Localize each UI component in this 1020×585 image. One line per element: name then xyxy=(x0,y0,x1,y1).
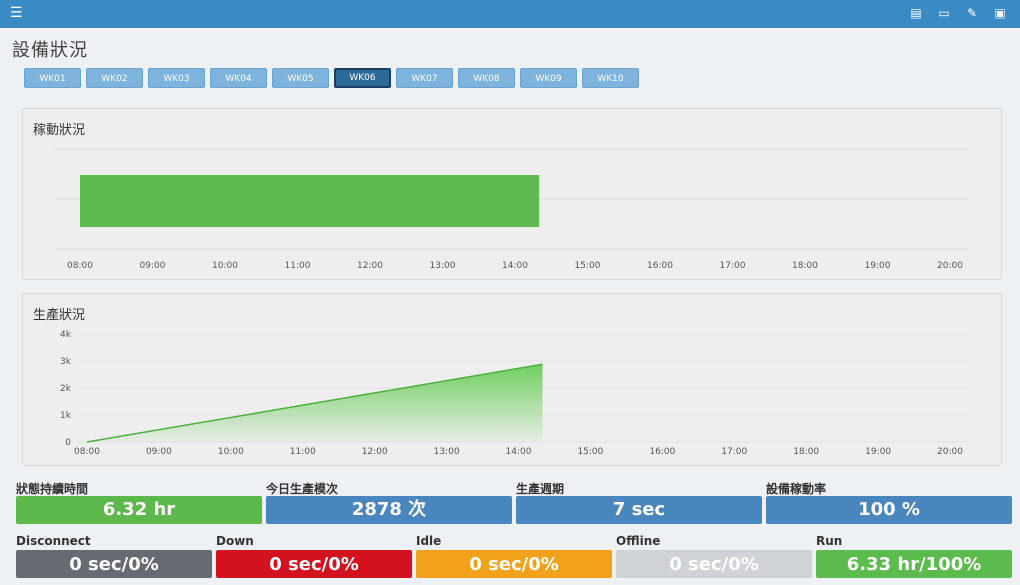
x-tick-label: 09:00 xyxy=(140,261,166,271)
y-tick-label: 1k xyxy=(60,411,72,421)
x-tick-label: 17:00 xyxy=(720,261,746,271)
x-tick-label: 11:00 xyxy=(285,261,311,271)
x-tick-label: 17:00 xyxy=(721,447,747,457)
y-tick-label: 2k xyxy=(60,384,72,394)
x-tick-label: 20:00 xyxy=(937,447,963,457)
top-icons: ▤ ▭ ✎ ▣ xyxy=(908,6,1008,20)
x-tick-label: 12:00 xyxy=(357,261,383,271)
x-tick-label: 19:00 xyxy=(865,261,891,271)
status-value-idle: 0 sec/0% xyxy=(416,550,612,578)
stat-value-box: 2878 次 xyxy=(266,496,512,524)
tab-wk04[interactable]: WK04 xyxy=(210,68,267,88)
hamburger-icon[interactable]: ☰ xyxy=(10,6,24,20)
operation-status-chart: 08:00 09:00 10:00 11:00 12:00 13:00 14:00 15:00… xyxy=(53,148,968,271)
tab-wk05[interactable]: WK05 xyxy=(272,68,329,88)
stat-value-box: 7 sec xyxy=(516,496,762,524)
x-tick-label: 14:00 xyxy=(506,447,532,457)
x-tick-label: 13:00 xyxy=(430,261,456,271)
display-icon[interactable]: ▭ xyxy=(936,6,952,20)
tab-wk03[interactable]: WK03 xyxy=(148,68,205,88)
stat-label: 今日生產模次 xyxy=(266,482,339,496)
x-tick-label: 12:00 xyxy=(362,447,388,457)
run-segment-bar xyxy=(80,175,540,227)
top-bar: ☰ ▤ ▭ ✎ ▣ xyxy=(0,0,1020,28)
production-status-chart: 0 1k 2k 3k 4k 08:00 09:00 10:00 11:00 12:00 13:00 1… xyxy=(60,330,968,457)
x-tick-label: 13:00 xyxy=(434,447,460,457)
x-tick-label: 16:00 xyxy=(649,447,675,457)
tab-wk02[interactable]: WK02 xyxy=(86,68,143,88)
x-tick-label: 08:00 xyxy=(74,447,100,457)
status-value-down: 0 sec/0% xyxy=(216,550,412,578)
x-tick-label: 18:00 xyxy=(792,261,818,271)
tab-wk10[interactable]: WK10 xyxy=(582,68,639,88)
status-label-disconnect: Disconnect xyxy=(16,534,91,548)
bed-icon[interactable]: ▣ xyxy=(992,6,1008,20)
x-tick-label: 20:00 xyxy=(937,261,963,271)
tab-wk01[interactable]: WK01 xyxy=(24,68,81,88)
y-tick-label: 4k xyxy=(60,330,72,340)
tab-wk07[interactable]: WK07 xyxy=(396,68,453,88)
status-value-disconnect: 0 sec/0% xyxy=(16,550,212,578)
page-title: 設備狀況 xyxy=(12,40,88,61)
x-tick-label: 10:00 xyxy=(218,447,244,457)
stat-label: 設備稼動率 xyxy=(766,482,827,496)
status-label-offline: Offline xyxy=(616,534,661,548)
status-label-down: Down xyxy=(216,534,254,548)
x-tick-label: 18:00 xyxy=(793,447,819,457)
tab-wk06[interactable]: WK06 xyxy=(334,68,391,88)
status-label-idle: Idle xyxy=(416,534,442,548)
status-label-run: Run xyxy=(816,534,843,548)
production-status-panel: 生產狀況 0 1k 2k 3k 4k 08:00 09:00 10:00 11:00 12:00 1… xyxy=(22,293,1002,466)
tab-wk08[interactable]: WK08 xyxy=(458,68,515,88)
status-value-offline: 0 sec/0% xyxy=(616,550,812,578)
machine-tabs: WK01 WK02 WK03 WK04 WK05 WK06 WK07 WK08 WK09 WK10 xyxy=(24,68,639,88)
x-tick-label: 16:00 xyxy=(647,261,673,271)
edit-icon[interactable]: ✎ xyxy=(964,6,980,20)
tab-wk09[interactable]: WK09 xyxy=(520,68,577,88)
x-tick-label: 11:00 xyxy=(290,447,316,457)
operation-status-panel: 稼動狀況 08:00 09:00 10:00 11:00 12:00 13:00 14:00… xyxy=(22,108,1002,280)
stat-value-box: 100 % xyxy=(766,496,1012,524)
x-tick-label: 14:00 xyxy=(502,261,528,271)
x-tick-label: 10:00 xyxy=(212,261,238,271)
x-tick-label: 15:00 xyxy=(577,447,603,457)
x-tick-label: 19:00 xyxy=(865,447,891,457)
x-tick-label: 09:00 xyxy=(146,447,172,457)
y-tick-label: 0 xyxy=(65,438,71,448)
monitor-list-icon[interactable]: ▤ xyxy=(908,6,924,20)
stat-label: 狀態持續時間 xyxy=(16,482,89,496)
x-tick-label: 15:00 xyxy=(575,261,601,271)
stat-label: 生產週期 xyxy=(516,482,565,496)
stat-value-box: 6.32 hr xyxy=(16,496,262,524)
y-tick-label: 3k xyxy=(60,357,72,367)
status-value-run: 6.33 hr/100% xyxy=(816,550,1012,578)
x-tick-label: 08:00 xyxy=(67,261,93,271)
